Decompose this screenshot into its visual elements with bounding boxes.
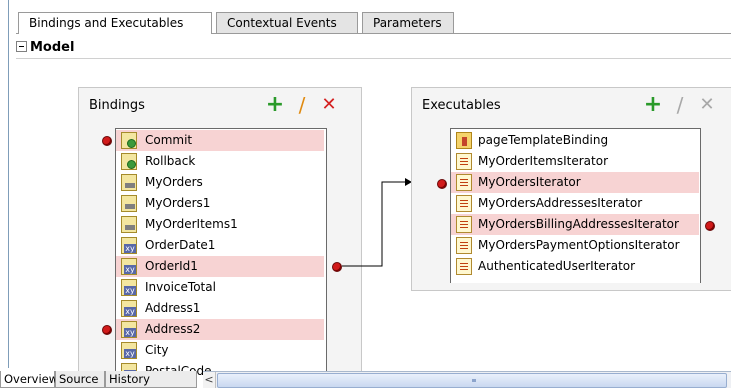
- list-item-label: MyOrdersBillingAddressesIterator: [478, 217, 679, 231]
- scrollbar-thumb[interactable]: [217, 373, 727, 388]
- tab-source[interactable]: Source: [55, 371, 105, 388]
- tab-label: History: [109, 372, 150, 386]
- tab-label: Source: [59, 372, 99, 386]
- add-icon[interactable]: +: [641, 93, 665, 117]
- list-item[interactable]: MyOrdersBillingAddressesIterator: [451, 214, 699, 235]
- grip-icon: [472, 379, 476, 382]
- list-item-label: MyOrderItemsIterator: [478, 154, 609, 168]
- iterator-icon: [456, 174, 472, 191]
- list-item-label: MyOrdersIterator: [478, 175, 581, 189]
- executables-title: Executables: [422, 98, 501, 113]
- list-item[interactable]: MyOrderItemsIterator: [451, 151, 699, 172]
- list-item[interactable]: AuthenticatedUserIterator: [451, 256, 699, 277]
- list-item-label: pageTemplateBinding: [478, 133, 609, 147]
- tab-bindings-and-executables[interactable]: Bindings and Executables: [18, 12, 212, 34]
- page-template-icon: [456, 132, 472, 149]
- scroll-left-arrow-icon[interactable]: <: [203, 372, 216, 388]
- list-item[interactable]: MyOrdersAddressesIterator: [451, 193, 699, 214]
- executables-panel: Executables + / ✕ pageTemplateBinding My…: [411, 87, 731, 291]
- delete-icon[interactable]: ✕: [695, 93, 719, 117]
- edit-icon[interactable]: /: [668, 93, 692, 117]
- list-item[interactable]: MyOrdersPaymentOptionsIterator: [451, 235, 699, 256]
- iterator-icon: [456, 153, 472, 170]
- iterator-icon: [456, 237, 472, 254]
- reference-marker: [437, 179, 447, 189]
- reference-marker: [705, 221, 715, 231]
- horizontal-scrollbar[interactable]: <: [203, 371, 731, 388]
- tab-overview[interactable]: Overview: [0, 371, 59, 388]
- list-item-label: MyOrdersPaymentOptionsIterator: [478, 238, 680, 252]
- tab-history[interactable]: History: [105, 371, 197, 388]
- executables-list: pageTemplateBinding MyOrderItemsIterator…: [450, 128, 701, 283]
- iterator-icon: [456, 258, 472, 275]
- executables-toolbar: + / ✕: [641, 93, 729, 118]
- list-item[interactable]: pageTemplateBinding: [451, 130, 699, 151]
- list-item-label: AuthenticatedUserIterator: [478, 259, 636, 273]
- tab-label: Overview: [4, 372, 59, 386]
- iterator-icon: [456, 195, 472, 212]
- iterator-icon: [456, 216, 472, 233]
- list-item-label: MyOrdersAddressesIterator: [478, 196, 643, 210]
- tab-label: Bindings and Executables: [29, 16, 184, 30]
- list-item[interactable]: MyOrdersIterator: [451, 172, 699, 193]
